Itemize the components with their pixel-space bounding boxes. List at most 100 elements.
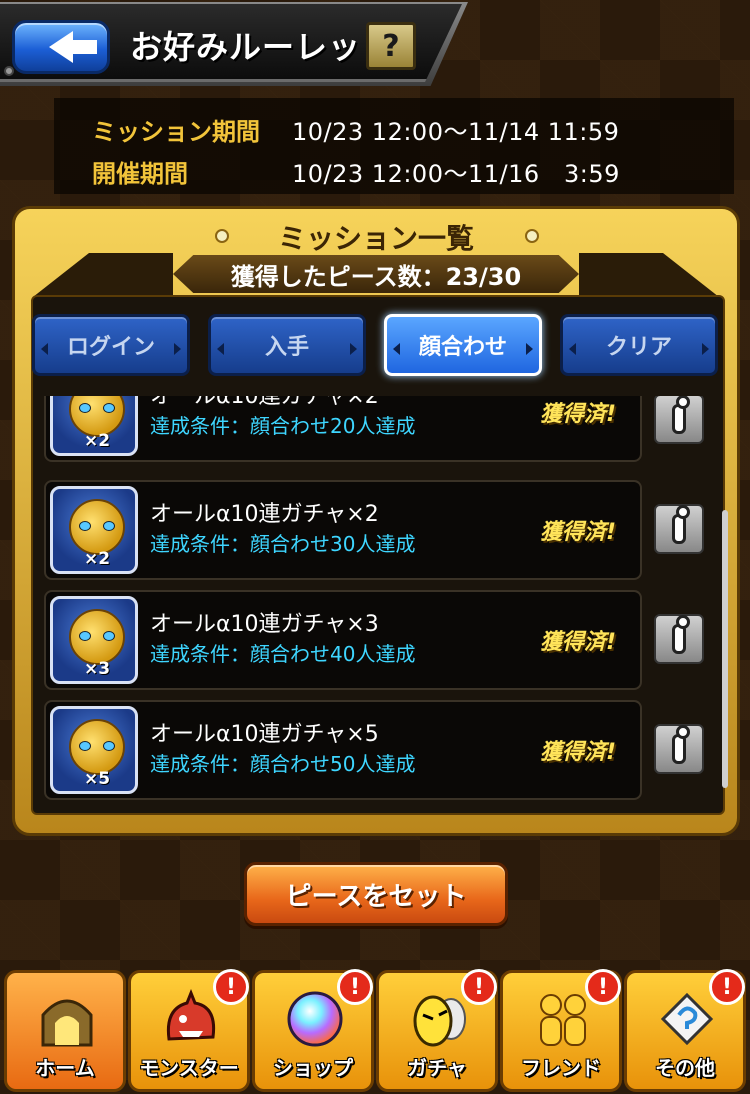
dragon-face-icon <box>69 719 125 775</box>
alert-badge: ! <box>585 969 621 1005</box>
info-button[interactable] <box>654 396 704 444</box>
tab-arrow-left-icon <box>393 343 400 355</box>
tab-login[interactable]: ログイン <box>32 314 190 376</box>
eye-icon <box>103 521 115 531</box>
tab-label: 顔合わせ <box>418 335 507 360</box>
info-icon <box>672 396 690 434</box>
screw-icon <box>4 66 14 76</box>
panel-slope-left <box>33 253 173 297</box>
reward-name: オールα10連ガチャ×5 <box>150 722 379 747</box>
reward-count: ×3 <box>83 659 111 679</box>
bottom-nav: ホーム ! モンスター ! ショップ ! ガチャ ! フレンド ! その他 <box>0 962 750 1094</box>
reward-condition: 達成条件：顔合わせ30人達成 <box>150 532 416 556</box>
list-item: ×2 オールα10連ガチャ×2 達成条件：顔合わせ30人達成 獲得済! <box>44 480 642 580</box>
panel-slope-right <box>579 253 719 297</box>
event-period-value: 10/23 12:00〜11/16 3:59 <box>292 160 620 188</box>
shop-orb-icon <box>287 991 343 1047</box>
reward-dragon-icon: ×5 <box>50 706 138 794</box>
tab-arrow-right-icon <box>702 343 709 355</box>
mission-list[interactable]: ×2 オールα10連ガチャ×2 達成条件：顔合わせ20人達成 獲得済! ×2 オ… <box>44 396 724 806</box>
tab-arrow-left-icon <box>217 343 224 355</box>
page-title: お好みルーレット <box>130 28 395 66</box>
gacha-egg-icon <box>413 995 466 1047</box>
reward-name: オールα10連ガチャ×3 <box>150 612 379 637</box>
mission-period-label: ミッション期間 <box>92 118 260 146</box>
obtained-status: 獲得済! <box>540 740 617 765</box>
eye-icon <box>79 403 91 413</box>
tab-bar: ログイン 入手 顔合わせ クリア <box>32 314 722 378</box>
eye-icon <box>79 741 91 751</box>
header: お好みルーレット ? <box>0 0 750 92</box>
panel-header: ミッション一覧 獲得したピース数：23/30 <box>15 209 737 299</box>
pieces-count: 獲得したピース数：23/30 <box>173 255 579 293</box>
eye-icon <box>79 631 91 641</box>
tab-clear[interactable]: クリア <box>560 314 718 376</box>
tab-label: クリア <box>605 335 672 360</box>
friend-icon <box>540 994 586 1046</box>
tab-arrow-left-icon <box>41 343 48 355</box>
back-arrow-icon <box>49 31 97 63</box>
home-icon <box>41 999 93 1047</box>
reward-count: ×2 <box>83 431 111 451</box>
nav-home[interactable]: ホーム <box>4 970 126 1092</box>
reward-condition: 達成条件：顔合わせ20人達成 <box>150 414 416 438</box>
info-icon <box>672 615 690 654</box>
help-button[interactable]: ? <box>366 22 416 70</box>
nav-label: ホーム <box>35 1056 95 1080</box>
mission-period-value: 10/23 12:00〜11/14 11:59 <box>292 118 620 146</box>
back-button[interactable] <box>12 20 110 74</box>
alert-badge: ! <box>709 969 745 1005</box>
alert-badge: ! <box>213 969 249 1005</box>
eye-icon <box>79 521 91 531</box>
reward-condition: 達成条件：顔合わせ50人達成 <box>150 752 416 776</box>
eye-icon <box>103 741 115 751</box>
info-icon <box>672 725 690 764</box>
nav-label: ガチャ <box>407 1056 467 1080</box>
event-period-label: 開催期間 <box>92 160 188 188</box>
tab-label: 入手 <box>264 335 309 360</box>
obtained-status: 獲得済! <box>540 520 617 545</box>
nav-other[interactable]: ! その他 <box>624 969 746 1092</box>
list-item: ×2 オールα10連ガチャ×2 達成条件：顔合わせ20人達成 獲得済! <box>44 396 642 462</box>
list-item: ×5 オールα10連ガチャ×5 達成条件：顔合わせ50人達成 獲得済! <box>44 700 642 800</box>
tab-arrow-left-icon <box>569 343 576 355</box>
tab-arrow-right-icon <box>526 343 533 355</box>
reward-dragon-icon: ×3 <box>50 596 138 684</box>
tab-label: ログイン <box>66 335 155 360</box>
tab-meet[interactable]: 顔合わせ <box>384 314 542 376</box>
alert-badge: ! <box>461 969 497 1005</box>
set-pieces-button[interactable]: ピースをセット <box>244 862 508 926</box>
eye-icon <box>103 631 115 641</box>
list-item: ×3 オールα10連ガチャ×3 達成条件：顔合わせ40人達成 獲得済! <box>44 590 642 690</box>
panel-title: ミッション一覧 <box>277 222 474 255</box>
nav-label: フレンド <box>521 1056 601 1080</box>
nav-label: その他 <box>655 1056 715 1080</box>
alert-badge: ! <box>337 969 373 1005</box>
period-info: ミッション期間 10/23 12:00〜11/14 11:59 開催期間 10/… <box>54 98 734 194</box>
info-button[interactable] <box>654 614 704 664</box>
info-icon <box>672 505 690 544</box>
obtained-status: 獲得済! <box>540 402 617 427</box>
info-button[interactable] <box>654 504 704 554</box>
reward-name: オールα10連ガチャ×2 <box>150 502 379 527</box>
reward-condition: 達成条件：顔合わせ40人達成 <box>150 642 416 666</box>
nav-label: モンスター <box>139 1056 239 1080</box>
dragon-face-icon <box>69 499 125 555</box>
nav-gacha[interactable]: ! ガチャ <box>376 969 498 1092</box>
nav-label: ショップ <box>273 1056 353 1080</box>
nav-shop[interactable]: ! ショップ <box>252 969 374 1092</box>
tab-arrow-right-icon <box>174 343 181 355</box>
nav-friend[interactable]: ! フレンド <box>500 969 622 1092</box>
info-button[interactable] <box>654 724 704 774</box>
tab-acquire[interactable]: 入手 <box>208 314 366 376</box>
scrollbar[interactable] <box>722 510 728 788</box>
reward-count: ×2 <box>83 549 111 569</box>
nav-monster[interactable]: ! モンスター <box>128 969 250 1092</box>
eye-icon <box>103 403 115 413</box>
reward-dragon-icon: ×2 <box>50 396 138 456</box>
monster-icon <box>166 989 216 1041</box>
reward-count: ×5 <box>83 769 111 789</box>
other-icon <box>660 992 714 1046</box>
reward-name: オールα10連ガチャ×2 <box>150 396 379 409</box>
obtained-status: 獲得済! <box>540 630 617 655</box>
